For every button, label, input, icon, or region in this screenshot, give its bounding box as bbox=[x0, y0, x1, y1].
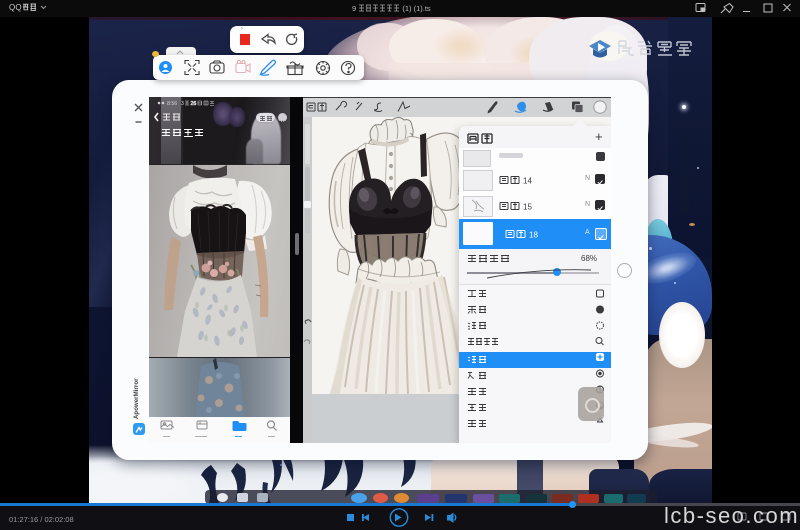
svg-text:26: 26 bbox=[191, 101, 197, 106]
svg-text:18: 18 bbox=[529, 231, 538, 240]
svg-text:3: 3 bbox=[181, 101, 184, 106]
svg-text:14: 14 bbox=[523, 177, 532, 186]
svg-text:8:56: 8:56 bbox=[167, 101, 177, 106]
svg-text:15: 15 bbox=[523, 203, 532, 212]
